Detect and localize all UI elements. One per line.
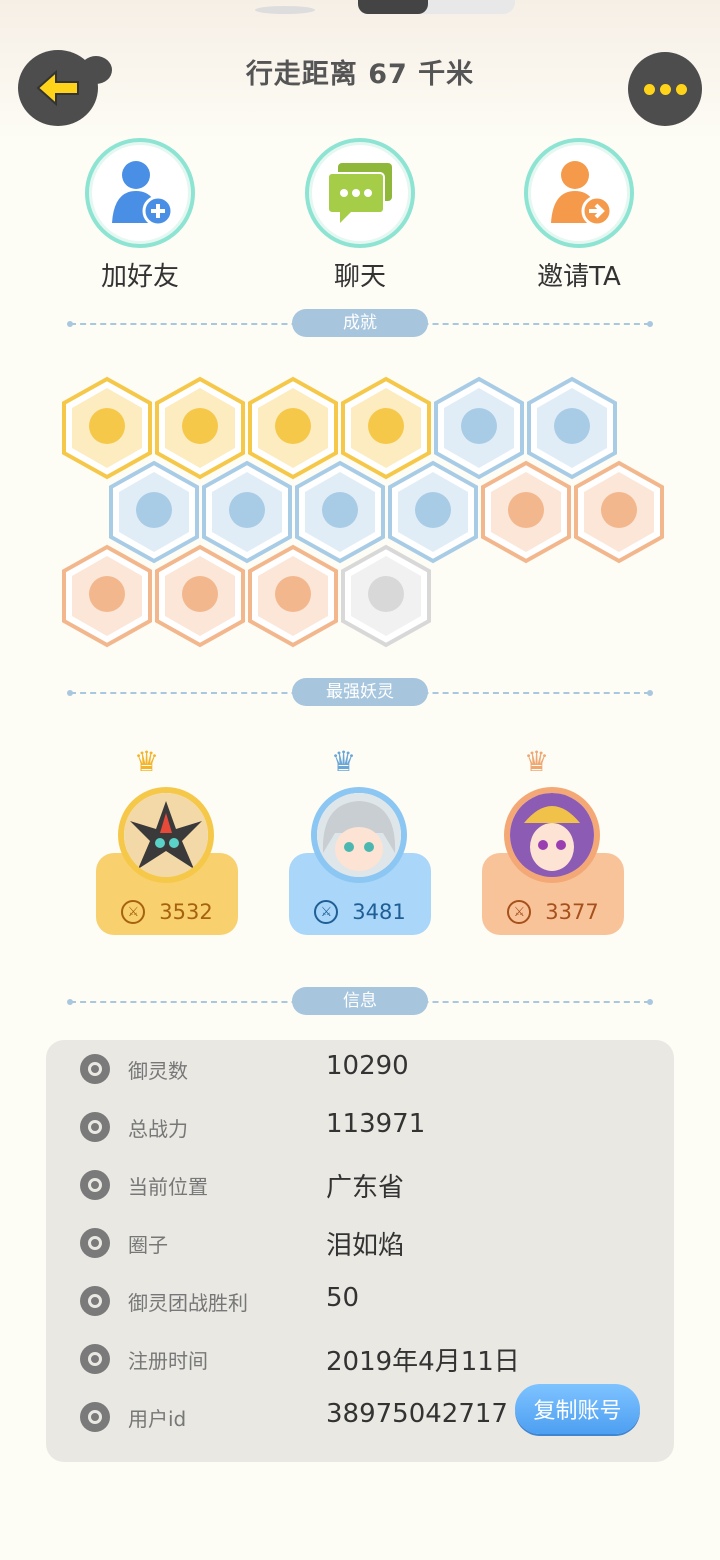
copy-account-button[interactable]: 复制账号: [515, 1384, 640, 1434]
spirit-power: ⚔ 3481: [289, 895, 431, 929]
sword-icon: ⚔: [507, 900, 532, 924]
invite-icon: [524, 138, 634, 248]
spirit-card[interactable]: ♛ ⚔ 3377: [482, 745, 624, 937]
achievements-heading: 成就: [292, 309, 428, 337]
info-divider: 信息: [67, 987, 653, 1017]
info-value: 38975042717: [326, 1399, 508, 1429]
add-friend-icon: [85, 138, 195, 248]
achievement-badge[interactable]: [339, 544, 433, 648]
info-value: 50: [326, 1283, 360, 1313]
info-key: 当前位置: [128, 1175, 208, 1199]
spirit-count-icon: [80, 1054, 110, 1084]
spirit-avatar: [118, 787, 214, 883]
info-heading: 信息: [292, 987, 428, 1015]
achievements-divider: 成就: [67, 309, 653, 339]
info-value: 广东省: [326, 1173, 405, 1203]
achievement-badge[interactable]: [479, 460, 573, 564]
circle-target-icon: [80, 1228, 110, 1258]
shadow-decoration: [255, 6, 315, 14]
info-value: 10290: [326, 1051, 409, 1081]
character-feet: [358, 0, 515, 14]
info-key: 用户id: [128, 1407, 187, 1431]
spirit-power-value: 3481: [352, 900, 406, 924]
add-friend-label: 加好友: [100, 262, 179, 292]
achievement-badge[interactable]: [153, 544, 247, 648]
crown-icon: ♛: [331, 745, 357, 778]
chat-label: 聊天: [333, 262, 386, 292]
info-key: 御灵团战胜利: [128, 1291, 248, 1315]
sword-icon: [80, 1112, 110, 1142]
spirit-power-value: 3377: [545, 900, 599, 924]
more-dot-icon: [675, 83, 687, 95]
info-value: 113971: [326, 1109, 426, 1139]
info-row-user-id: 用户id 38975042717 复制账号: [46, 1384, 674, 1443]
more-dot-icon: [643, 83, 655, 95]
info-row-total-power: 总战力 113971: [46, 1103, 674, 1153]
crown-icon: ♛: [524, 745, 550, 778]
spirit-avatar: [504, 787, 600, 883]
info-key: 总战力: [128, 1117, 188, 1141]
invite-label: 邀请TA: [537, 262, 621, 292]
walk-distance-title: 行走距离 67 千米: [245, 59, 475, 90]
clock-icon: [80, 1344, 110, 1374]
info-row-register-date: 注册时间 2019年4月11日: [46, 1335, 674, 1385]
info-key: 圈子: [128, 1233, 168, 1257]
strongest-divider: 最强妖灵: [67, 678, 653, 708]
sword-icon: ⚔: [314, 900, 339, 924]
add-friend-button[interactable]: 加好友: [60, 138, 220, 293]
info-row-location: 当前位置 广东省: [46, 1161, 674, 1211]
achievement-badge[interactable]: [246, 544, 340, 648]
spirit-card[interactable]: ♛ ⚔ 3532: [96, 745, 238, 937]
achievement-badge[interactable]: [572, 460, 666, 564]
spirit-avatar: [311, 787, 407, 883]
id-card-icon: [80, 1402, 110, 1432]
info-value: 2019年4月11日: [326, 1347, 520, 1377]
anchor-icon: [80, 1286, 110, 1316]
info-key: 注册时间: [128, 1349, 208, 1373]
crown-icon: ♛: [134, 745, 160, 778]
spirit-power-value: 3532: [159, 900, 213, 924]
info-key: 御灵数: [128, 1059, 188, 1083]
info-row-spirit-count: 御灵数 10290: [46, 1045, 674, 1095]
info-value: 泪如焰: [326, 1231, 405, 1261]
info-row-team-wins: 御灵团战胜利 50: [46, 1277, 674, 1327]
sword-icon: ⚔: [121, 900, 146, 924]
chat-icon: [305, 138, 415, 248]
achievement-badge[interactable]: [60, 544, 154, 648]
chat-button[interactable]: 聊天: [280, 138, 440, 293]
more-button[interactable]: [628, 52, 702, 126]
spirit-power: ⚔ 3532: [96, 895, 238, 929]
info-panel: 御灵数 10290 总战力 113971 当前位置 广东省 圈子 泪如焰 御灵团…: [46, 1040, 674, 1462]
spirit-card[interactable]: ♛ ⚔ 3481: [289, 745, 431, 937]
spirit-power: ⚔ 3377: [482, 895, 624, 929]
more-dot-icon: [659, 83, 671, 95]
invite-button[interactable]: 邀请TA: [499, 138, 659, 293]
location-pin-icon: [80, 1170, 110, 1200]
strongest-heading: 最强妖灵: [292, 678, 428, 706]
info-row-circle: 圈子 泪如焰: [46, 1219, 674, 1269]
